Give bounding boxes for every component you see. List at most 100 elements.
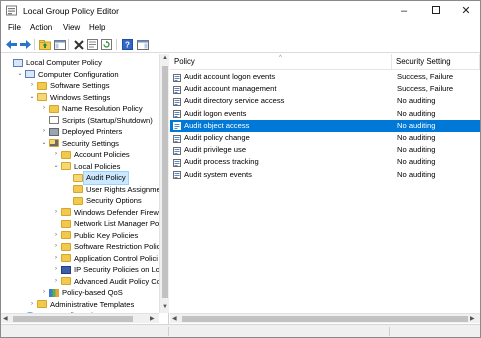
show-action-pane-button[interactable] <box>136 38 149 51</box>
help-icon: ? <box>122 39 133 50</box>
console-tree[interactable]: Local Computer Policy ⌄ Computer Configura… <box>1 54 169 324</box>
tree-vertical-scroll-thumb[interactable] <box>162 66 168 298</box>
tree-item[interactable]: › IP Security Policies on Loca <box>1 264 168 276</box>
maximize-button[interactable] <box>421 1 451 21</box>
collapse-chevron-icon[interactable]: ⌄ <box>28 92 36 104</box>
expand-chevron-icon[interactable]: › <box>52 207 60 219</box>
tree-item[interactable]: Scripts (Startup/Shutdown) <box>1 115 161 127</box>
policy-setting-icon <box>173 97 181 106</box>
scroll-up-icon[interactable]: ▲ <box>162 55 168 61</box>
policy-row[interactable]: Audit system events No auditing <box>170 169 480 181</box>
menu-view[interactable]: View <box>63 23 80 32</box>
scroll-left-icon[interactable]: ◀ <box>172 315 177 322</box>
refresh-button[interactable] <box>100 38 113 51</box>
scroll-right-icon[interactable]: ▶ <box>150 315 155 322</box>
expand-chevron-icon[interactable]: › <box>52 241 60 253</box>
list-horizontal-scroll-thumb[interactable] <box>182 316 468 322</box>
back-button[interactable] <box>5 38 18 51</box>
menu-action[interactable]: Action <box>30 23 52 32</box>
expand-chevron-icon[interactable]: › <box>52 253 60 265</box>
tree-item[interactable]: › Advanced Audit Policy Co <box>1 276 161 288</box>
tree-item[interactable]: › Application Control Polici <box>1 253 161 265</box>
forward-button[interactable] <box>19 38 32 51</box>
tree-item[interactable]: › Administrative Templates <box>1 299 161 311</box>
minimize-button[interactable]: – <box>389 1 419 21</box>
tree-item-label: Local Policies <box>74 161 121 171</box>
policy-row[interactable]: Audit process tracking No auditing <box>170 156 480 168</box>
column-header-security-setting[interactable]: Security Setting <box>392 54 480 70</box>
policy-row[interactable]: Audit account management Success, Failure <box>170 83 480 95</box>
tree-item[interactable]: › Name Resolution Policy <box>1 103 161 115</box>
tree-item[interactable]: › Windows Defender Firewal <box>1 207 165 219</box>
tree-item[interactable]: Audit Policy <box>1 171 161 185</box>
properties-button[interactable] <box>86 38 99 51</box>
tree-item[interactable]: › Deployed Printers <box>1 126 161 138</box>
policy-row[interactable]: Audit account logon events Success, Failu… <box>170 71 480 83</box>
tree-item[interactable]: ⌄ Computer Configuration <box>1 69 161 81</box>
tree-item[interactable]: Network List Manager Poli <box>1 218 163 230</box>
policy-row[interactable]: Audit policy change No auditing <box>170 132 480 144</box>
expand-chevron-icon[interactable]: › <box>52 149 60 161</box>
show-hide-tree-button[interactable] <box>53 38 66 51</box>
expand-chevron-icon[interactable]: › <box>40 287 48 299</box>
security-setting-value: No auditing <box>397 169 436 179</box>
list-horizontal-scrollbar[interactable]: ◀ ▶ <box>170 313 480 323</box>
status-segment <box>1 327 169 336</box>
tree-item[interactable]: ⌄ Local Policies <box>1 161 161 173</box>
security-setting-value: No auditing <box>397 96 436 106</box>
expand-chevron-icon[interactable]: › <box>40 126 48 138</box>
tree-item-label: Name Resolution Policy <box>62 104 143 113</box>
scroll-left-icon[interactable]: ◀ <box>3 315 8 322</box>
expand-chevron-icon[interactable]: › <box>28 80 36 92</box>
collapse-chevron-icon[interactable]: ⌄ <box>16 69 24 81</box>
expand-chevron-icon[interactable]: › <box>52 230 60 242</box>
tree-item[interactable]: Security Options <box>1 195 161 207</box>
tree-item[interactable]: › Account Policies <box>1 149 161 161</box>
up-one-level-button[interactable] <box>38 38 51 51</box>
folder-icon <box>61 277 71 285</box>
tree-item[interactable]: Local Computer Policy <box>1 57 161 69</box>
tree-horizontal-scrollbar[interactable]: ◀ ▶ <box>1 313 159 323</box>
security-setting-value: No auditing <box>397 120 436 130</box>
folder-icon <box>61 231 71 239</box>
folder-icon <box>73 196 83 205</box>
tree-item-label: Software Restriction Policie <box>74 242 167 251</box>
tree-item[interactable]: › Public Key Policies <box>1 230 161 242</box>
tree-item[interactable]: › Software Settings <box>1 80 161 92</box>
collapse-chevron-icon[interactable]: ⌄ <box>40 138 48 150</box>
menu-help[interactable]: Help <box>89 23 105 32</box>
policy-name: Audit account logon events <box>184 72 276 81</box>
folder-icon <box>37 93 47 101</box>
delete-button[interactable] <box>72 38 85 51</box>
tree-item[interactable]: ⌄ Security Settings <box>1 138 161 150</box>
scroll-down-icon[interactable]: ▼ <box>162 304 168 310</box>
tree-item[interactable]: ⌄ Windows Settings <box>1 92 161 104</box>
details-pane[interactable]: Policy ^ Security Setting Audit account … <box>170 54 480 324</box>
scroll-right-icon[interactable]: ▶ <box>470 315 475 322</box>
policy-name: Audit directory service access <box>184 96 285 106</box>
tree-horizontal-scroll-thumb[interactable] <box>13 316 133 322</box>
column-header-security-setting-label: Security Setting <box>396 57 451 66</box>
menu-file[interactable]: File <box>8 23 21 32</box>
tree-item[interactable]: › Software Restriction Policie <box>1 241 166 253</box>
policy-row[interactable]: Audit directory service access No auditin… <box>170 95 480 107</box>
tree-vertical-scrollbar[interactable]: ▲ ▼ <box>159 54 169 313</box>
tree-item-label: Account Policies <box>74 150 130 159</box>
policy-row[interactable]: Audit logon events No auditing <box>170 108 480 120</box>
tree-item[interactable]: › Policy-based QoS <box>1 287 161 299</box>
policy-row[interactable]: Audit privilege use No auditing <box>170 144 480 156</box>
expand-chevron-icon[interactable]: › <box>52 264 60 276</box>
help-button[interactable]: ? <box>121 38 134 51</box>
tree-item-label: Administrative Templates <box>50 299 135 309</box>
close-button[interactable]: ✕ <box>451 1 481 21</box>
folder-icon <box>61 219 71 228</box>
collapse-chevron-icon[interactable]: ⌄ <box>52 161 60 173</box>
tree-item[interactable]: User Rights Assignmen <box>1 184 165 196</box>
expand-chevron-icon[interactable]: › <box>28 299 36 311</box>
toolbar-separator <box>116 39 117 50</box>
tree-item-label: Advanced Audit Policy Co <box>74 276 161 286</box>
expand-chevron-icon[interactable]: › <box>52 276 60 288</box>
title-bar[interactable]: Local Group Policy Editor – ✕ <box>1 1 480 21</box>
policy-row[interactable]: Audit object access No auditing <box>170 119 480 132</box>
expand-chevron-icon[interactable]: › <box>40 103 48 115</box>
